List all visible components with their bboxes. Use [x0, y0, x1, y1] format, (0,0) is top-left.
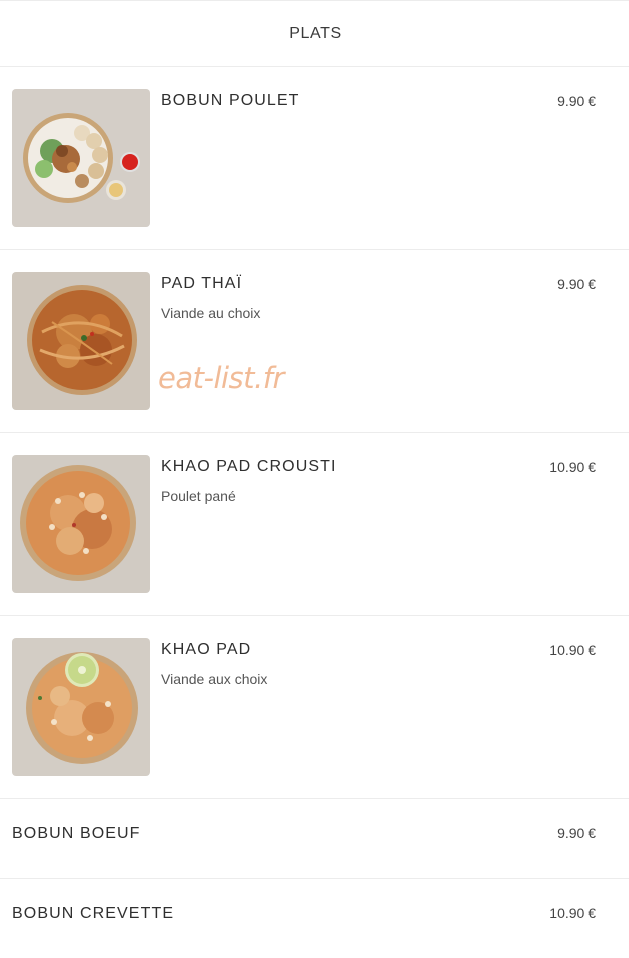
item-price: 9.90 € [557, 93, 596, 109]
item-price: 10.90 € [549, 905, 596, 921]
section-title: PLATS [289, 24, 342, 42]
menu-item[interactable]: KHAO PAD Viande aux choix 10.90 € [0, 616, 629, 799]
item-price: 10.90 € [549, 642, 596, 658]
item-name: BOBUN BOEUF [12, 825, 141, 842]
item-price: 9.90 € [557, 276, 596, 292]
item-name: BOBUN CREVETTE [12, 905, 175, 922]
item-price: 9.90 € [557, 825, 596, 841]
item-name: PAD THAÏ [161, 275, 243, 292]
item-description: Viande au choix [161, 305, 261, 321]
watermark-logo: eat-list.fr [158, 361, 284, 395]
menu-item[interactable]: BOBUN BOEUF 9.90 € [0, 799, 629, 879]
bobun-bowl-image [12, 89, 150, 227]
fried-rice-lime-bowl-image [12, 638, 150, 776]
item-name: KHAO PAD [161, 641, 252, 658]
menu-item[interactable]: BOBUN CREVETTE 10.90 € [0, 879, 629, 958]
dish-image [12, 89, 150, 227]
item-price: 10.90 € [549, 459, 596, 475]
item-name: BOBUN POULET [161, 92, 300, 109]
pad-thai-bowl-image [12, 272, 150, 410]
item-description: Poulet pané [161, 488, 236, 504]
menu-item[interactable]: PAD THAÏ Viande au choix 9.90 € [0, 250, 629, 433]
item-name: KHAO PAD CROUSTI [161, 458, 337, 475]
section-header: PLATS [0, 0, 629, 67]
item-description: Viande aux choix [161, 671, 268, 687]
dish-image [12, 455, 150, 593]
fried-rice-bowl-image [12, 455, 150, 593]
dish-image [12, 272, 150, 410]
menu-item[interactable]: BOBUN POULET 9.90 € [0, 67, 629, 250]
menu-item[interactable]: KHAO PAD CROUSTI Poulet pané 10.90 € [0, 433, 629, 616]
dish-image [12, 638, 150, 776]
